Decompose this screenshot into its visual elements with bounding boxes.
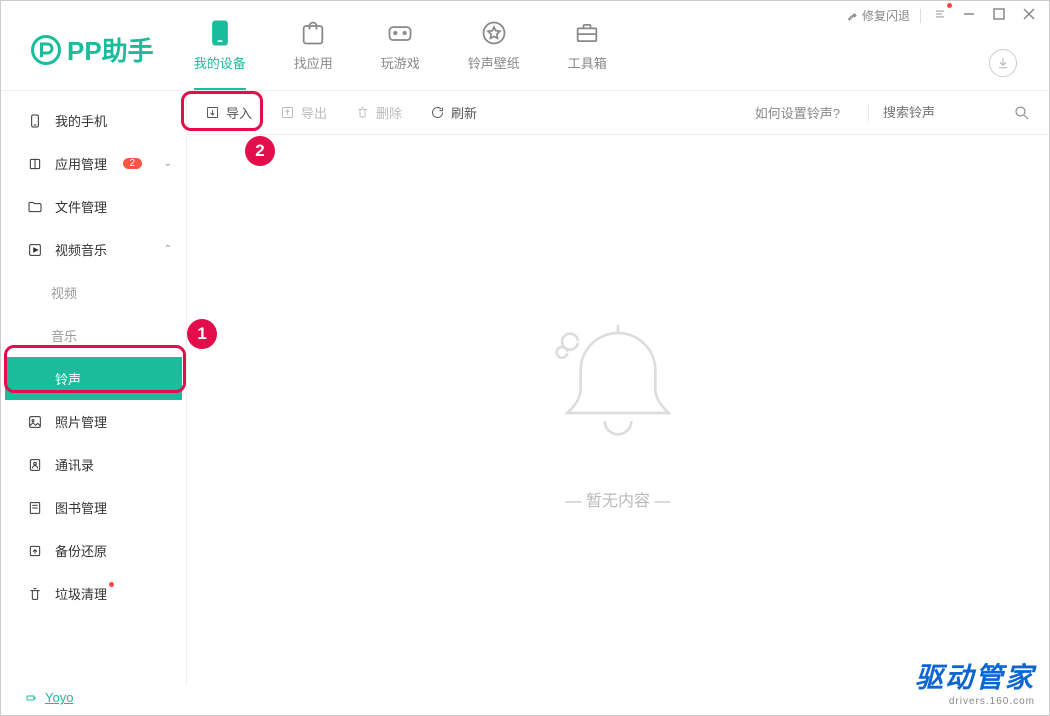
export-icon [280,105,295,120]
sidebar-item-contacts[interactable]: 通讯录 [1,443,186,486]
fix-crash-button[interactable]: 修复闪退 [847,7,910,24]
import-icon [205,105,220,120]
tab-ringtone-wallpaper[interactable]: 铃声壁纸 [468,19,520,80]
sidebar: 我的手机 应用管理 2 ⌄ 文件管理 视频音乐 ⌃ 视频 音乐 铃声 照片管理 [1,91,187,685]
maximize-button[interactable] [989,6,1009,25]
tab-label: 我的设备 [194,53,246,72]
app-count-badge: 2 [123,158,143,169]
sidebar-item-label: 备份还原 [55,541,107,560]
import-button[interactable]: 导入 [205,103,252,122]
watermark-title: 驱动管家 [915,656,1035,696]
tab-label: 玩游戏 [381,53,420,72]
sidebar-item-app-mgmt[interactable]: 应用管理 2 ⌄ [1,142,186,185]
tab-find-app[interactable]: 找应用 [294,19,333,80]
tab-label: 铃声壁纸 [468,53,520,72]
app-icon [27,156,43,172]
sidebar-item-label: 文件管理 [55,197,107,216]
title-bar: 修复闪退 [847,5,1039,26]
main-area: 我的手机 应用管理 2 ⌄ 文件管理 视频音乐 ⌃ 视频 音乐 铃声 照片管理 [1,91,1049,685]
tab-label: 找应用 [294,53,333,72]
sidebar-item-music[interactable]: 音乐 [1,314,186,357]
logo-text: PP助手 [67,31,154,68]
sidebar-item-label: 照片管理 [55,412,107,431]
empty-text: — 暂无内容 — [566,487,671,511]
watermark: 驱动管家 drivers.160.com [915,656,1035,707]
sidebar-item-backup[interactable]: 备份还原 [1,529,186,572]
tab-label: 工具箱 [568,53,607,72]
chevron-down-icon: ⌄ [164,158,172,169]
contacts-icon [27,457,43,473]
app-logo: PP助手 [31,31,154,68]
sidebar-item-book-mgmt[interactable]: 图书管理 [1,486,186,529]
content-area: 导入 导出 删除 刷新 如何设置铃声? [187,91,1049,685]
sidebar-item-video-music[interactable]: 视频音乐 ⌃ [1,228,186,271]
gamepad-icon [386,19,414,47]
top-tabs: 我的设备 找应用 玩游戏 铃声壁纸 工具箱 [194,19,607,80]
play-icon [27,242,43,258]
notification-dot-icon [947,3,952,8]
trash-icon [27,586,43,602]
sidebar-item-label: 垃圾清理 [55,584,107,603]
bag-icon [299,19,327,47]
sidebar-item-trash[interactable]: 垃圾清理 [1,572,186,615]
toolbox-icon [573,19,601,47]
sidebar-item-video[interactable]: 视频 [1,271,186,314]
device-footer[interactable]: Yoyo [25,690,73,705]
star-icon [480,19,508,47]
sidebar-item-label: 音乐 [51,326,77,345]
backup-icon [27,543,43,559]
tab-games[interactable]: 玩游戏 [381,19,420,80]
empty-state: — 暂无内容 — [187,135,1049,685]
sidebar-item-label: 应用管理 [55,154,107,173]
sidebar-item-label: 视频音乐 [55,240,107,259]
separator [920,9,921,23]
download-button[interactable] [989,49,1017,77]
logo-icon [31,35,61,65]
toolbar: 导入 导出 删除 刷新 如何设置铃声? [187,91,1049,135]
sidebar-item-photo-mgmt[interactable]: 照片管理 [1,400,186,443]
close-button[interactable] [1019,6,1039,25]
minimize-button[interactable] [959,6,979,25]
tool-label: 刷新 [451,103,477,122]
tool-label: 导出 [301,103,327,122]
folder-icon [27,199,43,215]
device-name[interactable]: Yoyo [45,690,73,705]
sidebar-item-label: 视频 [51,283,77,302]
device-icon [206,19,234,47]
search-box [868,104,1031,122]
sidebar-item-label: 铃声 [55,369,81,388]
delete-button[interactable]: 删除 [355,103,402,122]
fix-crash-label: 修复闪退 [862,7,910,24]
phone-icon [27,113,43,129]
annotation-badge-1: 1 [187,319,217,349]
bell-icon [538,309,698,469]
search-icon[interactable] [1013,104,1031,122]
image-icon [27,414,43,430]
refresh-icon [430,105,445,120]
tab-toolbox[interactable]: 工具箱 [568,19,607,80]
battery-icon [25,692,37,704]
sidebar-item-label: 通讯录 [55,455,94,474]
tab-my-device[interactable]: 我的设备 [194,19,246,80]
chevron-up-icon: ⌃ [164,244,172,255]
sidebar-item-label: 图书管理 [55,498,107,517]
refresh-button[interactable]: 刷新 [430,103,477,122]
sidebar-item-my-phone[interactable]: 我的手机 [1,99,186,142]
sidebar-item-ringtone[interactable]: 铃声 [5,357,182,400]
watermark-url: drivers.160.com [915,696,1035,707]
notification-dot-icon [109,582,114,587]
sidebar-item-label: 我的手机 [55,111,107,130]
annotation-badge-2: 2 [245,136,275,166]
export-button[interactable]: 导出 [280,103,327,122]
delete-icon [355,105,370,120]
menu-button[interactable] [931,5,949,26]
tool-label: 删除 [376,103,402,122]
book-icon [27,500,43,516]
tool-label: 导入 [226,103,252,122]
help-link[interactable]: 如何设置铃声? [755,103,840,122]
sidebar-item-file-mgmt[interactable]: 文件管理 [1,185,186,228]
search-input[interactable] [883,105,1003,120]
